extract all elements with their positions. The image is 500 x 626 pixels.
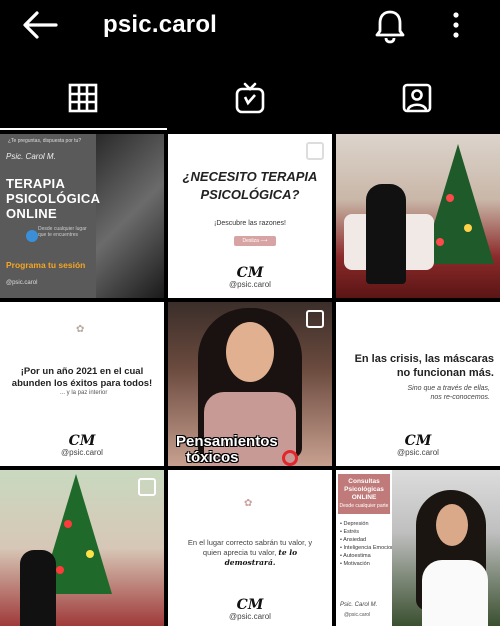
carousel-icon [138,478,156,496]
services-list: • Depresión • Estrés • Ansiedad • Inteli… [340,520,399,568]
signature-mark: CM [404,433,432,449]
flower-icon: ✿ [244,498,253,509]
tagged-person-icon [402,83,431,113]
headline-line: TERAPIA [6,176,66,191]
ornament [86,550,94,558]
post-tu-valor[interactable]: ✿ En el lugar correcto sabrán tu valor, … [168,470,332,626]
globe-icon [26,230,38,242]
post-mascaras[interactable]: En las crisis, las máscaras no funcionan… [336,302,500,466]
post-text: En las crisis, las máscaras no funcionan… [354,353,494,379]
post-caption: Pensamientos tóxicos [176,434,278,466]
post-headline: TERAPIA PSICOLÓGICA ONLINE [6,176,100,221]
post-detail: Desde cualquier lugar que te encuentres [38,226,87,238]
post-head: Consultas Psicológicas ONLINE Desde cual… [338,474,390,514]
post-pensamientos-toxicos[interactable]: Pensamientos tóxicos [168,302,332,466]
list-item: • Inteligencia Emocional [340,545,399,551]
notifications-bell-icon[interactable] [374,8,406,44]
list-item: • Estrés [340,529,360,535]
post-consultas-online[interactable]: Consultas Psicológicas ONLINE Desde cual… [336,470,500,626]
igtv-icon [235,82,265,114]
profile-tabs [0,66,500,130]
signature-handle: @psic.carol [61,448,103,457]
person-face [226,322,274,382]
sub-line: Sino que a través de ellas, [407,385,491,392]
headline-line: PSICOLÓGICA [6,191,101,206]
tab-reels[interactable] [167,66,334,130]
post-handle: @psic.carol [344,612,371,618]
post-handle: @psic.carol [6,280,38,286]
igtv-badge-icon [306,310,324,328]
post-sub: ¡Descubre las razones! [214,220,286,227]
signature-handle: @psic.carol [397,448,439,457]
signature-handle: @psic.carol [229,612,271,621]
tab-tagged[interactable] [333,66,500,130]
person-face [436,504,468,546]
post-headline: ¿NECESITO TERAPIA PSICOLÓGICA? [182,169,318,202]
sub-line: nos re-conocemos. [430,394,490,401]
headline-line: ONLINE [6,206,57,221]
person-figure [20,550,56,626]
sparkle-icon: ✿ [76,324,85,335]
caption-line: Pensamientos [176,433,278,450]
signature-mark: CM [68,433,96,449]
post-text: ¡Por un año 2021 en el cual abunden los … [11,366,153,389]
ornament [436,238,444,246]
back-arrow-icon[interactable] [22,10,58,40]
person-shirt [422,560,488,626]
post-swipe-label: Desliza ⟶ [234,236,276,246]
prohibited-icon [282,450,298,466]
post-necesito-terapia[interactable]: ¿NECESITO TERAPIA PSICOLÓGICA? ¡Descubre… [168,134,332,298]
signature-mark: CM [236,265,264,281]
post-photo [96,134,164,298]
post-small-text: ¿Te preguntas, dispuesta por tu? [8,138,82,144]
post-terapia-online[interactable]: ¿Te preguntas, dispuesta por tu? Psic. C… [0,134,164,298]
post-sub: ... y la paz interior [60,390,108,396]
post-2021[interactable]: ✿ ¡Por un año 2021 en el cual abunden lo… [0,302,164,466]
post-sign: Psic. Carol M. [340,602,378,608]
ornament [64,520,72,528]
post-sub: Sino que a través de ellas, nos re-conoc… [346,384,491,402]
signature: CM @psic.carol [61,434,103,457]
head-sub: Desde cualquier parte [339,503,389,509]
profile-username: psic.carol [103,11,218,38]
list-item: • Motivación [340,561,370,567]
post-brand: Psic. Carol M. [6,152,56,161]
carousel-icon [306,142,324,160]
list-item: • Autoestima [340,553,371,559]
signature: CM @psic.carol [229,266,271,289]
signature-handle: @psic.carol [229,280,271,289]
signature-mark: CM [236,597,264,613]
post-photo-tree[interactable] [0,470,164,626]
top-bar: psic.carol [0,0,500,56]
signature: CM @psic.carol [397,434,439,457]
ornament [56,566,64,574]
ornament [446,194,454,202]
list-item: • Ansiedad [340,537,367,543]
more-options-icon[interactable] [448,10,464,40]
head-title: Consultas Psicológicas ONLINE [344,478,384,501]
grid-icon [69,83,98,113]
list-item: • Depresión [340,521,369,527]
post-cta: Programa tu sesión [6,260,86,270]
post-photo-christmas[interactable] [336,134,500,298]
caption-line: tóxicos [186,449,239,466]
tab-grid[interactable] [0,66,167,130]
posts-grid: ¿Te preguntas, dispuesta por tu? Psic. C… [0,134,500,626]
person-figure [366,184,406,284]
post-text: En el lugar correcto sabrán tu valor, y … [182,538,318,568]
ornament [464,224,472,232]
signature: CM @psic.carol [229,598,271,621]
